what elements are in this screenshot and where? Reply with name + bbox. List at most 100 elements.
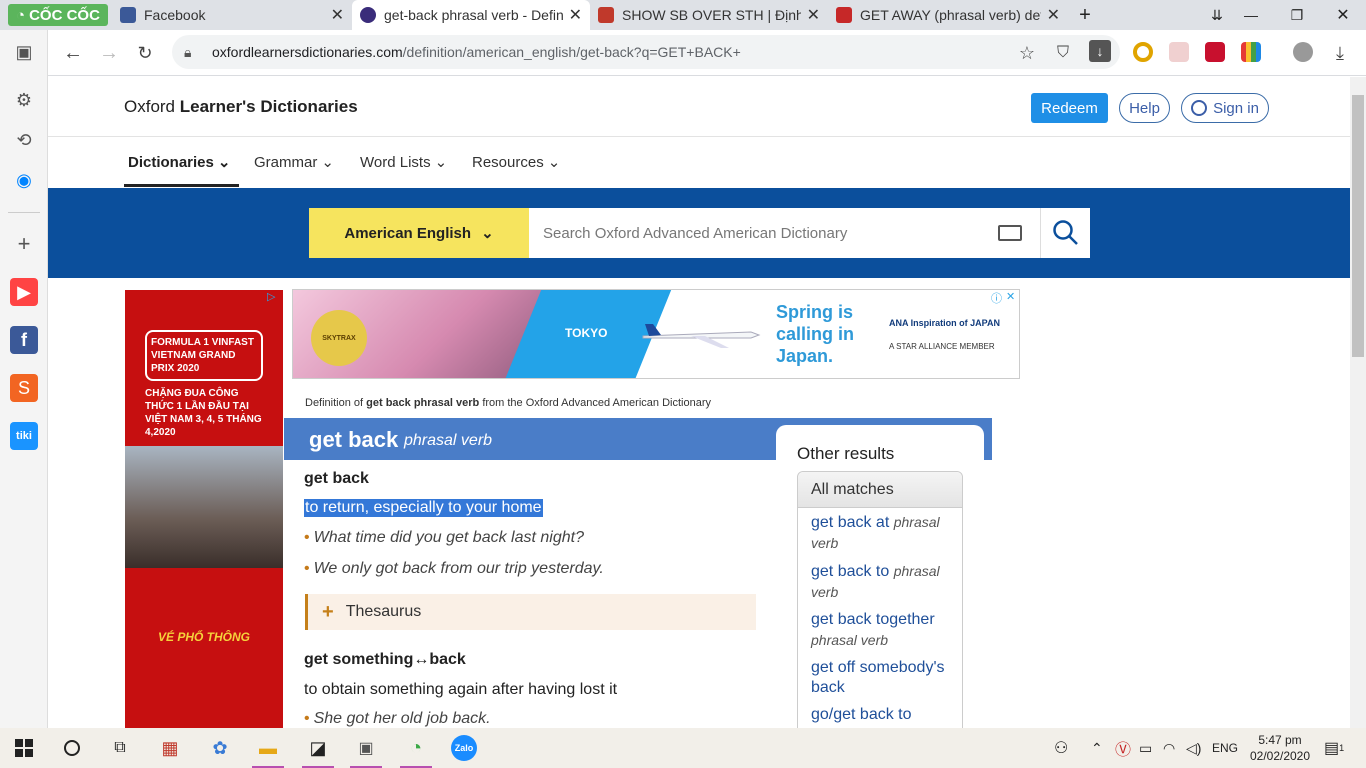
app-icon-2[interactable]: ✿ [196, 728, 244, 768]
redeem-button[interactable]: Redeem [1031, 93, 1108, 123]
ad-info-icon[interactable]: ⓘ [991, 290, 1005, 305]
minimize-button[interactable]: — [1228, 0, 1274, 30]
history-icon[interactable]: ⟲ [10, 126, 38, 154]
menu-resources[interactable]: Resources ⌄ [472, 153, 560, 172]
ad-left-bottom: VÉ PHỔ THÔNG [157, 630, 250, 644]
browser-tab-bar: ◔ CỐC CỐC Facebook ✕ get-back phrasal ve… [0, 0, 1366, 30]
app-icon-1[interactable]: ▦ [146, 728, 194, 768]
extension-red-icon[interactable] [1205, 42, 1225, 62]
ad-brand: ANA Inspiration of JAPAN [889, 318, 1001, 328]
menu-word-lists[interactable]: Word Lists ⌄ [360, 153, 447, 172]
address-bar[interactable]: 🔒︎ oxfordlearnersdictionaries.com/defini… [172, 35, 1120, 69]
help-button[interactable]: Help [1119, 93, 1170, 123]
tiki-icon[interactable]: tiki [10, 422, 38, 450]
download-icon[interactable]: ↓ [1089, 40, 1111, 62]
url-host: oxfordlearnersdictionaries.com [212, 44, 403, 60]
coccoc-logo[interactable]: ◔ CỐC CỐC [8, 4, 108, 26]
battery-icon[interactable]: ▭ [1139, 728, 1152, 768]
headword: get back [309, 427, 399, 452]
bookmark-star-icon[interactable]: ☆ [1012, 38, 1042, 68]
chevron-down-icon: ⌄ [321, 154, 334, 171]
site-logo[interactable]: Oxford Learner's Dictionaries [124, 97, 358, 117]
add-app-icon[interactable]: + [10, 230, 38, 258]
coccoc-taskbar-icon[interactable]: ◔ [392, 728, 440, 768]
match-link-get-back-to[interactable]: get back to phrasal verb [811, 561, 956, 603]
search-button[interactable] [1040, 208, 1090, 258]
tab-facebook[interactable]: Facebook ✕ [112, 0, 352, 30]
downloads-icon[interactable]: ⤓ [1325, 38, 1355, 68]
search-input[interactable]: Search Oxford Advanced American Dictiona… [529, 208, 1040, 258]
input-language[interactable]: ENG [1212, 728, 1238, 768]
match-link-get-back-at[interactable]: get back at phrasal verb [811, 512, 956, 554]
app-icon-3[interactable]: ▣ [342, 728, 390, 768]
sense-1-definition[interactable]: to return, especially to your home [304, 499, 543, 517]
extension-shield-icon[interactable] [1169, 42, 1189, 62]
close-tab-icon[interactable]: ✕ [807, 5, 820, 25]
messenger-icon[interactable]: ◉ [10, 166, 38, 194]
profile-avatar[interactable] [1293, 42, 1313, 62]
facebook-icon[interactable]: f [10, 326, 38, 354]
extension-color-icon[interactable] [1241, 42, 1261, 62]
close-tab-icon[interactable]: ✕ [569, 5, 582, 25]
dictionary-select[interactable]: American English ⌄ [309, 208, 529, 258]
thesaurus-toggle[interactable]: + Thesaurus [305, 594, 756, 630]
tray-chevron-up-icon[interactable]: ⌃ [1091, 728, 1103, 768]
match-link-go-get-back-to[interactable]: go/get back to [811, 705, 956, 725]
match-link-get-back-together[interactable]: get back together phrasal verb [811, 610, 956, 651]
unikey-icon[interactable]: Ⓥ [1115, 728, 1131, 768]
adchoices-icon[interactable]: ▷ [267, 290, 283, 304]
file-explorer-icon[interactable]: ▬ [244, 728, 292, 768]
chevron-down-icon: ⌄ [481, 225, 494, 242]
windows-start-icon[interactable] [0, 728, 48, 768]
ad-close-icon[interactable]: ✕ [1006, 290, 1019, 304]
keyboard-icon[interactable] [998, 225, 1022, 241]
new-tab-button[interactable]: + [1062, 0, 1108, 30]
ad-banner[interactable]: SKYTRAX TOKYO Spring is calling in Japan… [292, 289, 1020, 379]
sense-1-head: get back [304, 470, 369, 487]
tab-get-back[interactable]: get-back phrasal verb - Defin ✕ [352, 0, 590, 30]
sense-1-example-1: • What time did you get back last night? [304, 529, 584, 546]
other-results-title: Other results [797, 444, 895, 463]
browser-brand: CỐC CỐC [29, 6, 100, 24]
menu-dictionaries[interactable]: Dictionaries ⌄ [128, 153, 230, 172]
browser-sidebar: ▣ ⚙ ⟲ ◉ + ▶ f S tiki [0, 30, 48, 728]
tab-get-away[interactable]: GET AWAY (phrasal verb) defi ✕ [828, 0, 1068, 30]
notification-center-icon[interactable]: ▤ 1 [1324, 728, 1344, 768]
menu-grammar[interactable]: Grammar ⌄ [254, 153, 334, 172]
all-matches-header[interactable]: All matches [798, 472, 962, 508]
close-tab-icon[interactable]: ✕ [1047, 5, 1060, 25]
sticky-notes-icon[interactable]: ◪ [294, 728, 342, 768]
tab-show-sb-over[interactable]: SHOW SB OVER STH | Định ng ✕ [590, 0, 828, 30]
shield-icon[interactable]: ⛉ [1048, 38, 1078, 68]
back-button[interactable]: ← [58, 38, 88, 68]
youtube-icon[interactable]: ▶ [10, 278, 38, 306]
signin-button[interactable]: Sign in [1181, 93, 1269, 123]
people-icon[interactable]: ⚇ [1054, 728, 1068, 768]
ad-slogan: Spring is calling in Japan. [776, 302, 855, 366]
browser-toolbar: ← → ↻ 🔒︎ oxfordlearnersdictionaries.com /… [0, 30, 1366, 76]
extension-chrome-icon[interactable] [1133, 42, 1153, 62]
page-scrollbar[interactable] [1350, 77, 1366, 728]
close-tab-icon[interactable]: ✕ [331, 5, 344, 25]
plus-icon: + [322, 600, 334, 623]
part-of-speech: phrasal verb [404, 432, 493, 449]
maximize-button[interactable]: ❐ [1274, 0, 1320, 30]
zalo-icon[interactable]: Zalo [440, 728, 488, 768]
volume-icon[interactable]: ◁) [1186, 728, 1201, 768]
airplane-icon [641, 320, 761, 350]
scrollbar-thumb[interactable] [1352, 95, 1364, 357]
clock[interactable]: 5:47 pm 02/02/2020 [1248, 732, 1312, 764]
settings-icon[interactable]: ⚙ [10, 86, 38, 114]
forward-button[interactable]: → [94, 38, 124, 68]
sidebar-divider [8, 212, 40, 213]
match-link-get-off-somebodys-back[interactable]: get off somebody's back [811, 658, 956, 698]
task-view-icon[interactable]: ⧉ [96, 728, 144, 768]
close-window-button[interactable]: ✕ [1320, 0, 1366, 30]
shopee-icon[interactable]: S [10, 374, 38, 402]
wifi-icon[interactable]: ◠ [1163, 728, 1175, 768]
user-icon [1191, 100, 1208, 116]
reload-button[interactable]: ↻ [130, 38, 160, 68]
search-circle-icon[interactable] [48, 728, 96, 768]
sidebar-toggle-icon[interactable]: ▣ [10, 38, 38, 66]
ad-left-vertical[interactable]: FORMULA 1 VINFAST VIETNAM GRAND PRIX 202… [125, 290, 283, 728]
